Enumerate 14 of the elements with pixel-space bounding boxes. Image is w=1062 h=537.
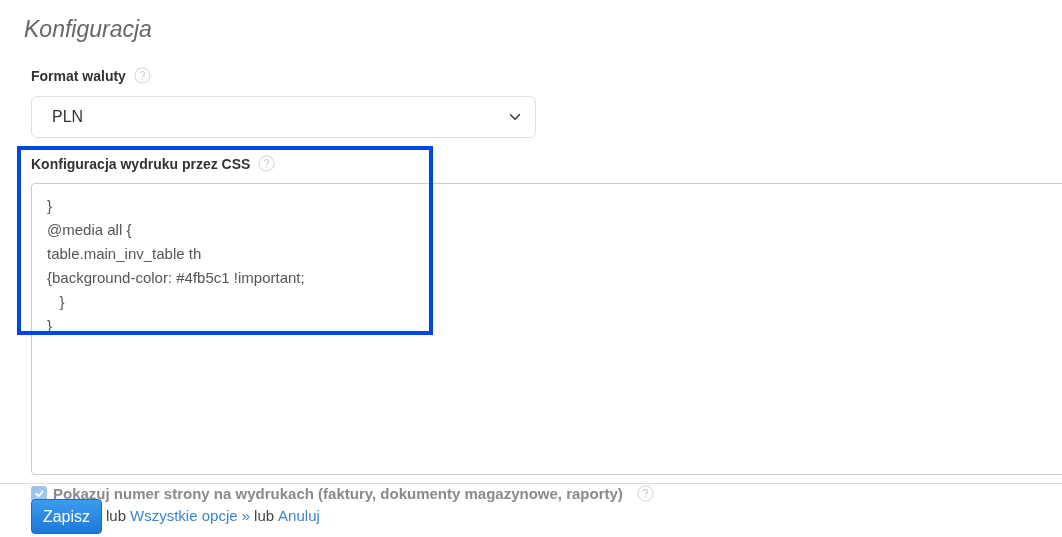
- field-label: Konfiguracja wydruku przez CSS: [31, 154, 251, 174]
- separator-text: lub: [254, 506, 275, 527]
- checkbox[interactable]: [31, 485, 47, 502]
- field-label: Format waluty: [31, 66, 126, 86]
- currency-select[interactable]: PLN: [31, 95, 536, 138]
- help-icon[interactable]: [636, 485, 654, 503]
- help-icon[interactable]: [258, 154, 276, 172]
- check-icon: [33, 488, 45, 500]
- separator-text: lub: [106, 506, 127, 527]
- page-title: Konfiguracja: [24, 16, 153, 44]
- help-icon[interactable]: [133, 66, 151, 84]
- cancel-link[interactable]: Anuluj: [278, 505, 320, 528]
- save-button[interactable]: Zapisz: [31, 499, 102, 534]
- all-options-link[interactable]: Wszystkie opcje »: [130, 505, 251, 528]
